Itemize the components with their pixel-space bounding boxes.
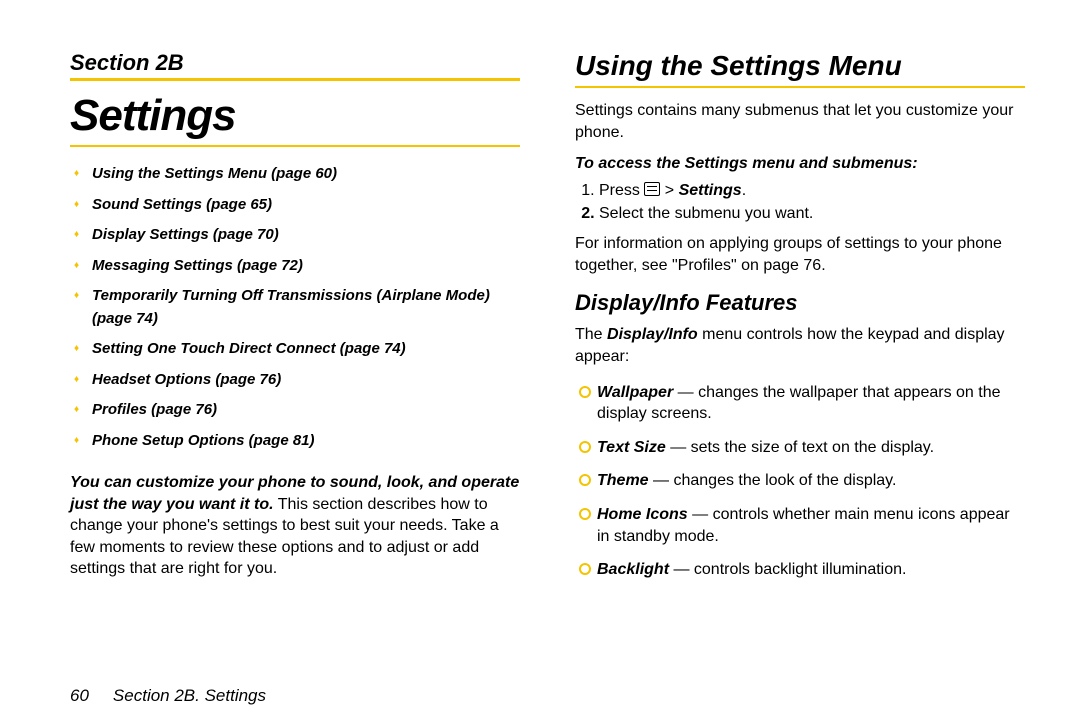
feature-item: Backlight — controls backlight illuminat… <box>575 553 1025 587</box>
page-footer: 60 Section 2B. Settings <box>70 674 1025 710</box>
toc-item: Temporarily Turning Off Transmissions (A… <box>70 281 520 334</box>
step-1-period: . <box>742 182 746 199</box>
left-column: Section 2B Settings Using the Settings M… <box>70 50 520 674</box>
feature-item: Home Icons — controls whether main menu … <box>575 498 1025 553</box>
toc-item: Headset Options (page 76) <box>70 365 520 396</box>
step-1: Press > Settings. <box>599 181 1025 200</box>
feature-name: Home Icons <box>597 506 688 523</box>
feature-item: Theme — changes the look of the display. <box>575 464 1025 498</box>
feature-list: Wallpaper — changes the wallpaper that a… <box>575 376 1025 587</box>
feature-name: Backlight <box>597 561 669 578</box>
toc-item: Messaging Settings (page 72) <box>70 251 520 282</box>
toc-item: Display Settings (page 70) <box>70 220 520 251</box>
feature-name: Text Size <box>597 439 666 456</box>
toc-item: Phone Setup Options (page 81) <box>70 426 520 457</box>
heading-using-settings-menu: Using the Settings Menu <box>575 50 1025 82</box>
step-2-text: Select the submenu you want. <box>599 205 813 222</box>
toc-item: Using the Settings Menu (page 60) <box>70 159 520 190</box>
display-info-prefix: The <box>575 326 607 343</box>
step-1-menu: Settings <box>679 182 742 199</box>
feature-name: Theme <box>597 472 649 489</box>
toc-item: Setting One Touch Direct Connect (page 7… <box>70 334 520 365</box>
feature-item: Text Size — sets the size of text on the… <box>575 431 1025 465</box>
heading-display-info: Display/Info Features <box>575 290 1025 316</box>
step-2: Select the submenu you want. <box>599 205 1025 223</box>
step-1-prefix: Press <box>599 182 644 199</box>
page-number: 60 <box>70 686 89 705</box>
steps-list: Press > Settings. Select the submenu you… <box>575 181 1025 223</box>
page-title: Settings <box>70 91 520 141</box>
toc-item: Sound Settings (page 65) <box>70 190 520 221</box>
display-info-intro: The Display/Info menu controls how the k… <box>575 324 1025 367</box>
toc-list: Using the Settings Menu (page 60) Sound … <box>70 159 520 456</box>
heading-rule <box>575 86 1025 88</box>
feature-desc: — controls backlight illumination. <box>669 561 906 578</box>
manual-page: Section 2B Settings Using the Settings M… <box>0 0 1080 720</box>
instruction-label: To access the Settings menu and submenus… <box>575 155 1025 173</box>
right-column: Using the Settings Menu Settings contain… <box>575 50 1025 674</box>
menu-key-icon <box>644 182 660 196</box>
intro-paragraph: You can customize your phone to sound, l… <box>70 472 520 580</box>
title-rule <box>70 145 520 147</box>
two-column-layout: Section 2B Settings Using the Settings M… <box>70 50 1025 674</box>
section-label: Section 2B <box>70 50 520 76</box>
profiles-note: For information on applying groups of se… <box>575 233 1025 276</box>
section-rule <box>70 78 520 81</box>
feature-item: Wallpaper — changes the wallpaper that a… <box>575 376 1025 431</box>
feature-name: Wallpaper <box>597 384 673 401</box>
footer-text: Section 2B. Settings <box>113 686 266 705</box>
feature-desc: — changes the look of the display. <box>649 472 897 489</box>
step-1-gt: > <box>660 182 678 199</box>
display-info-term: Display/Info <box>607 326 698 343</box>
toc-item: Profiles (page 76) <box>70 395 520 426</box>
settings-intro: Settings contains many submenus that let… <box>575 100 1025 143</box>
feature-desc: — sets the size of text on the display. <box>666 439 934 456</box>
